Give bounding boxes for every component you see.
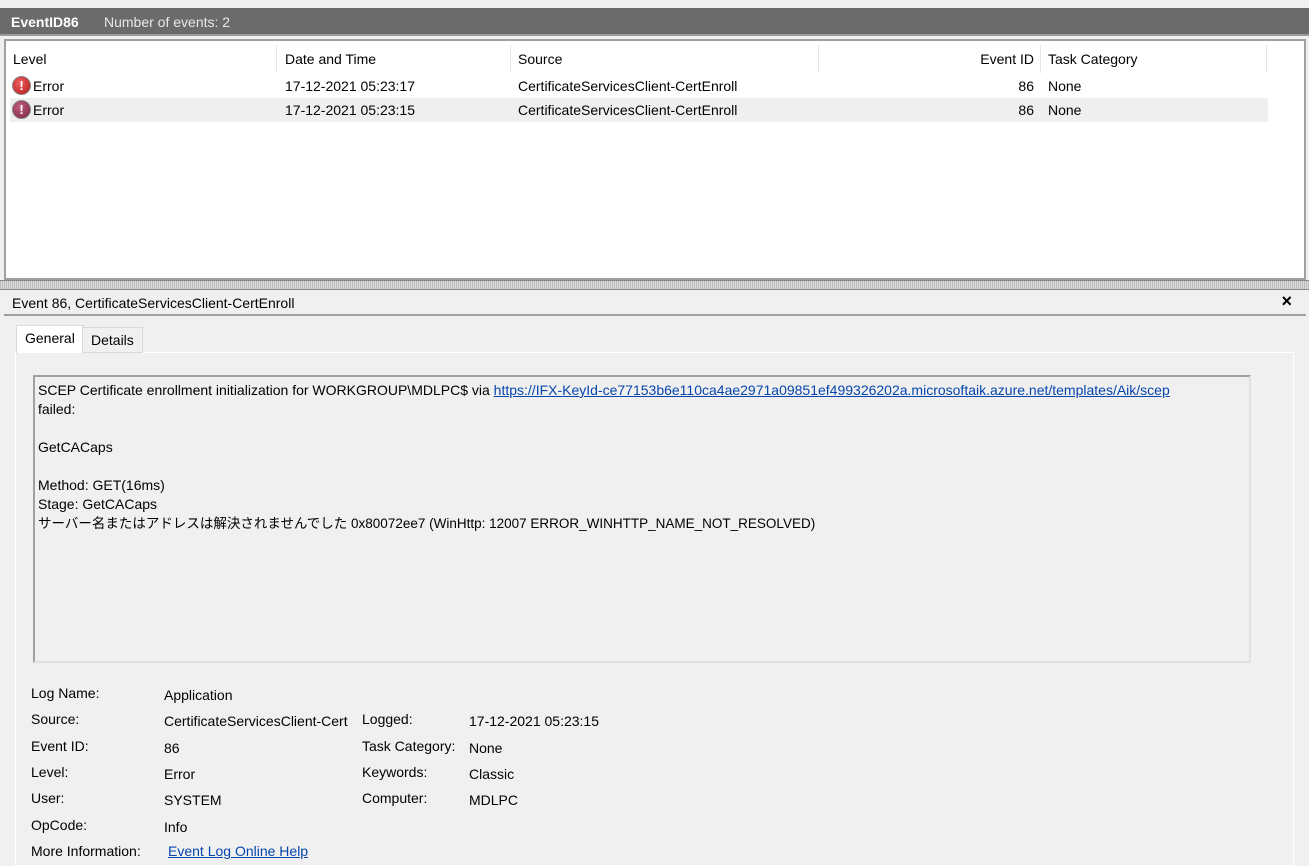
error-icon: ! — [12, 100, 31, 119]
event-detail-header: Event 86, CertificateServicesClient-Cert… — [4, 290, 1306, 316]
column-divider[interactable] — [510, 45, 511, 73]
log-name-label: Log Name: — [31, 685, 100, 701]
cell-task: None — [1048, 102, 1082, 118]
table-row[interactable]: ! Error 17-12-2021 05:23:17 CertificateS… — [10, 74, 1268, 98]
logged-value: 17-12-2021 05:23:15 — [469, 713, 599, 729]
level-value: Error — [164, 766, 196, 782]
column-source[interactable]: Source — [518, 51, 562, 67]
column-divider[interactable] — [818, 45, 819, 73]
column-datetime[interactable]: Date and Time — [285, 51, 376, 67]
cell-level: Error — [33, 102, 65, 118]
message-text: SCEP Certificate enrollment initializati… — [38, 382, 494, 398]
computer-value: MDLPC — [469, 792, 519, 808]
tab-details[interactable]: Details — [82, 327, 143, 353]
log-name: EventID86 — [11, 14, 79, 30]
scep-url-link[interactable]: https://IFX-KeyId-ce77153b6e110ca4ae2971… — [494, 382, 1170, 398]
pane-splitter[interactable] — [0, 280, 1309, 290]
task-category-value: None — [469, 740, 503, 756]
source-value: CertificateServicesClient-Cert — [164, 713, 348, 729]
table-row-selected[interactable]: ! Error 17-12-2021 05:23:15 CertificateS… — [10, 98, 1268, 122]
event-detail-title: Event 86, CertificateServicesClient-Cert… — [12, 295, 295, 311]
cell-datetime: 17-12-2021 05:23:17 — [285, 78, 415, 94]
cell-source: CertificateServicesClient-CertEnroll — [518, 102, 738, 118]
message-text: GetCACaps — [38, 439, 113, 455]
message-text: Stage: GetCACaps — [38, 496, 158, 512]
cell-source: CertificateServicesClient-CertEnroll — [518, 78, 738, 94]
cell-datetime: 17-12-2021 05:23:15 — [285, 102, 415, 118]
opcode-value: Info — [164, 819, 188, 835]
user-label: User: — [31, 790, 65, 806]
message-text: サーバー名またはアドレスは解決されませんでした 0x80072ee7 (WinH… — [38, 516, 816, 531]
user-value: SYSTEM — [164, 792, 222, 808]
event-id-label: Event ID: — [31, 738, 89, 754]
event-list[interactable]: Level Date and Time Source Event ID Task… — [4, 39, 1306, 280]
log-name-value: Application — [164, 687, 233, 703]
column-event-id[interactable]: Event ID — [980, 51, 1034, 67]
source-label: Source: — [31, 711, 80, 727]
close-icon[interactable]: × — [1281, 291, 1292, 312]
column-task-category[interactable]: Task Category — [1048, 51, 1137, 67]
column-divider[interactable] — [276, 45, 277, 73]
logged-label: Logged: — [362, 711, 413, 727]
more-information-label: More Information: — [31, 843, 141, 859]
tab-general[interactable]: General — [16, 325, 84, 353]
opcode-label: OpCode: — [31, 817, 88, 833]
message-text: failed: — [38, 401, 76, 417]
cell-event-id: 86 — [1018, 78, 1034, 94]
event-log-online-help-link[interactable]: Event Log Online Help — [168, 843, 308, 859]
column-divider[interactable] — [1040, 45, 1041, 73]
event-message[interactable]: SCEP Certificate enrollment initializati… — [33, 375, 1251, 663]
keywords-value: Classic — [469, 766, 515, 782]
computer-label: Computer: — [362, 790, 428, 806]
event-id-value: 86 — [164, 740, 180, 756]
event-count: Number of events: 2 — [104, 14, 231, 30]
cell-task: None — [1048, 78, 1082, 94]
column-divider[interactable] — [1266, 45, 1267, 73]
cell-level: Error — [33, 78, 65, 94]
level-label: Level: — [31, 764, 69, 780]
cell-event-id: 86 — [1018, 102, 1034, 118]
log-title-bar: EventID86 Number of events: 2 — [0, 8, 1309, 36]
message-text: Method: GET(16ms) — [38, 477, 165, 493]
task-category-label: Task Category: — [362, 738, 456, 754]
column-level[interactable]: Level — [13, 51, 46, 67]
error-icon: ! — [12, 76, 31, 95]
keywords-label: Keywords: — [362, 764, 428, 780]
